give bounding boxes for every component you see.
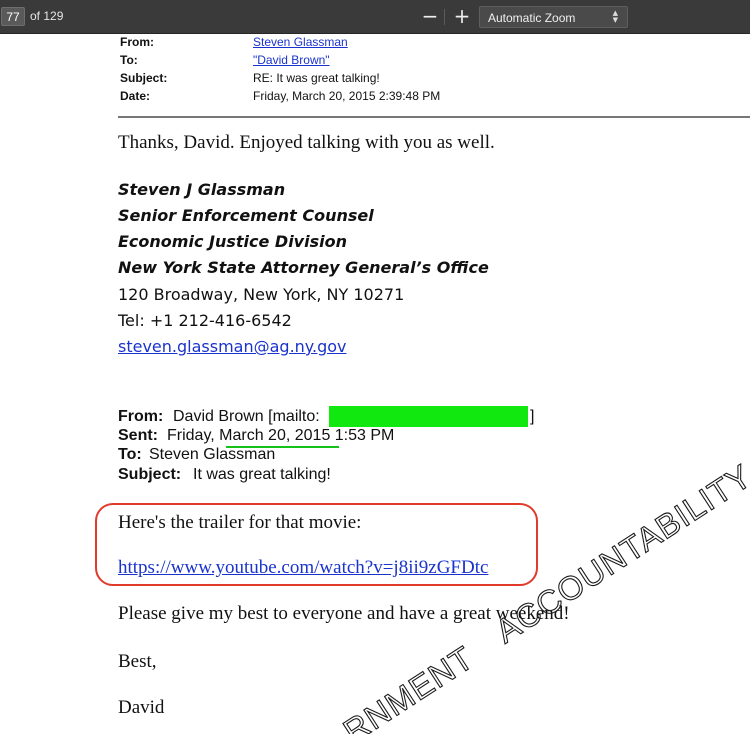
watermark-line-accountability: ACCOUNTABILITY (489, 457, 750, 650)
header-to-link[interactable]: "David Brown" (253, 53, 330, 67)
quoted-subject-value: It was great talking! (193, 466, 331, 483)
signature-address: 120 Broadway, New York, NY 10271 (118, 285, 405, 304)
signature-email-link[interactable]: steven.glassman@ag.ny.gov (118, 337, 346, 356)
header-date-value: Friday, March 20, 2015 2:39:48 PM (253, 89, 441, 103)
sender-name: David (118, 697, 165, 718)
header-subject-value: RE: It was great talking! (253, 71, 380, 85)
header-from-link[interactable]: Steven Glassman (253, 35, 348, 49)
quoted-sent-label: Sent: (118, 427, 158, 444)
accountability-watermark: ACCOUNTABILITY RNMENT (336, 456, 750, 734)
signature-office: New York State Attorney General’s Office (118, 258, 489, 277)
zoom-select-value: Automatic Zoom (488, 11, 576, 25)
header-to-label: To: (120, 53, 138, 67)
zoom-in-button[interactable]: + (451, 6, 473, 28)
quoted-subject-label: Subject: (118, 466, 182, 483)
header-subject-label: Subject: (120, 71, 168, 85)
page-number-input[interactable]: 77 (1, 7, 25, 26)
pdf-page: From: Steven Glassman To: "David Brown" … (0, 34, 750, 734)
sign-off-text: Best, (118, 651, 157, 672)
signature-division: Economic Justice Division (118, 232, 347, 251)
toolbar-separator (444, 9, 445, 25)
page-count-label: of 129 (30, 9, 64, 23)
header-date-label: Date: (120, 89, 151, 103)
reply-body-text: Thanks, David. Enjoyed talking with you … (118, 132, 495, 153)
plus-icon: + (453, 4, 471, 28)
watermark-line-rnment: RNMENT (337, 639, 481, 734)
signature-name: Steven J Glassman (118, 180, 286, 199)
quoted-from-value: David Brown [mailto: (173, 408, 320, 425)
select-arrows-icon: ▲ ▼ (613, 10, 618, 24)
header-divider (118, 116, 750, 118)
signature-phone: Tel: +1 212-416-6542 (118, 311, 292, 330)
header-from-label: From: (120, 35, 154, 49)
zoom-out-button[interactable]: − (419, 6, 441, 28)
quoted-to-value: Steven Glassman (149, 446, 276, 463)
quoted-from-label: From: (118, 408, 164, 425)
pdf-viewer-toolbar: 77 of 129 − + Automatic Zoom ▲ ▼ (0, 0, 750, 34)
arrow-down-icon: ▼ (612, 16, 618, 24)
minus-icon: − (421, 4, 439, 28)
quoted-to-label: To: (118, 446, 142, 463)
zoom-select[interactable]: Automatic Zoom ▲ ▼ (479, 6, 628, 28)
signature-title: Senior Enforcement Counsel (118, 206, 374, 225)
